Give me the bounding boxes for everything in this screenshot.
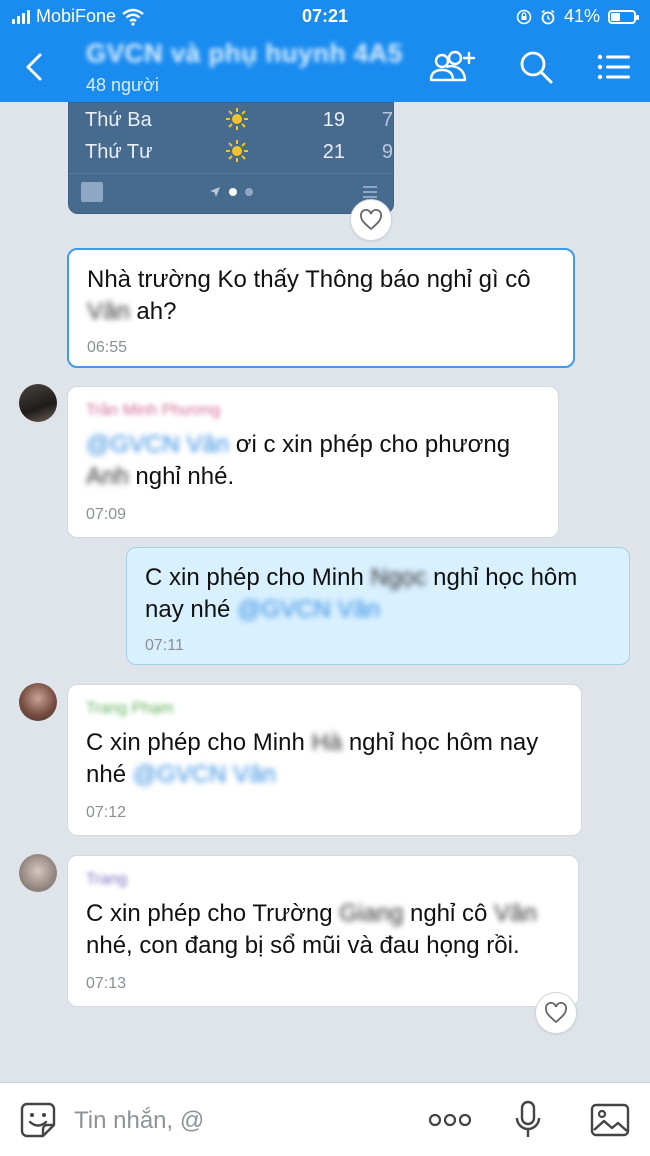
status-left: MobiFone <box>12 6 144 27</box>
emoji-button[interactable] <box>16 1099 60 1141</box>
carrier-label: MobiFone <box>36 6 117 26</box>
list-icon <box>363 186 377 198</box>
sender-name: Trang Phạm <box>86 700 174 717</box>
search-icon <box>520 51 553 84</box>
microphone-icon <box>515 1100 541 1137</box>
group-title-area[interactable]: GVCN và phụ huynh 4A5 48 người <box>86 38 403 96</box>
react-heart-button[interactable] <box>535 992 577 1034</box>
message-time: 07:11 <box>145 637 184 654</box>
message-time: 06:55 <box>87 339 128 356</box>
location-arrow-icon <box>210 187 220 197</box>
message-bubble[interactable]: Trang Phạm C xin phép cho Minh Hà nghỉ h… <box>67 684 582 836</box>
message-bubble[interactable]: Nhà trường Ko thấy Thông báo nghỉ gì cô … <box>67 248 575 368</box>
weather-row: Thứ Tư 21 9 <box>85 139 393 165</box>
avatar[interactable] <box>19 854 57 892</box>
image-gallery-icon <box>590 1103 630 1137</box>
search-button[interactable] <box>512 46 560 88</box>
battery-percent: 41% <box>563 6 600 26</box>
message-time: 07:13 <box>86 975 127 992</box>
avatar[interactable] <box>19 683 57 721</box>
avatar[interactable] <box>19 384 57 422</box>
weather-day: Thứ Ba <box>85 109 152 131</box>
battery-icon <box>608 9 639 24</box>
menu-button[interactable] <box>590 46 638 88</box>
message-text: @GVCN Vân ơi c xin phép cho phương Anh n… <box>86 431 511 490</box>
more-options-button[interactable] <box>428 1099 472 1141</box>
page-dots <box>209 186 253 198</box>
weather-channel-logo <box>81 182 103 202</box>
heart-icon <box>545 1002 567 1024</box>
my-message-bubble[interactable]: C xin phép cho Minh Ngọc nghỉ học hôm na… <box>126 547 630 665</box>
group-title: GVCN và phụ huynh 4A5 <box>86 38 403 68</box>
weather-day: Thứ Tư <box>85 141 153 163</box>
image-button[interactable] <box>588 1099 632 1141</box>
message-text: C xin phép cho Trường Giang nghỉ cô Vân … <box>86 900 537 959</box>
chevron-left-icon <box>26 53 42 81</box>
message-text: C xin phép cho Minh Hà nghỉ học hôm nay … <box>86 729 539 788</box>
message-bubble[interactable]: Trang C xin phép cho Trường Giang nghỉ c… <box>67 855 579 1007</box>
weather-high: 21 <box>322 141 345 163</box>
sticker-emoji-icon <box>20 1102 56 1138</box>
weather-low: 7 <box>381 109 393 131</box>
message-bubble[interactable]: Trần Minh Phương @GVCN Vân ơi c xin phép… <box>67 386 559 538</box>
weather-high: 19 <box>322 109 345 131</box>
alarm-icon <box>541 9 555 24</box>
react-heart-button[interactable] <box>350 199 392 241</box>
sender-name: Trần Minh Phương <box>86 402 221 419</box>
message-time: 07:09 <box>86 506 127 523</box>
add-member-button[interactable] <box>428 46 476 88</box>
add-member-icon <box>429 50 476 82</box>
message-text: Nhà trường Ko thấy Thông báo nghỉ gì cô … <box>87 266 531 325</box>
back-button[interactable] <box>18 48 52 86</box>
status-bar: MobiFone 07:21 41% <box>0 0 650 32</box>
message-input[interactable] <box>74 1101 404 1141</box>
heart-icon <box>360 209 382 231</box>
list-menu-icon <box>597 54 630 80</box>
weather-row: Thứ Ba 19 7 <box>85 107 393 133</box>
status-right: 41% <box>516 6 639 27</box>
weather-low: 9 <box>381 141 393 163</box>
message-composer <box>0 1082 650 1156</box>
message-time: 07:12 <box>86 804 127 821</box>
chat-header: GVCN và phụ huynh 4A5 48 người <box>0 32 650 102</box>
weather-footer <box>69 173 393 213</box>
sun-icon <box>225 107 249 137</box>
signal-icon <box>12 9 30 24</box>
weather-card[interactable]: Thứ Ba 19 7 Thứ Tư 21 9 <box>68 102 394 214</box>
message-text: C xin phép cho Minh Ngọc nghỉ học hôm na… <box>145 564 578 623</box>
member-count: 48 người <box>86 75 159 95</box>
orientation-lock-icon <box>516 9 532 24</box>
more-dots-icon <box>428 1113 472 1127</box>
wifi-icon <box>122 8 144 26</box>
sun-icon <box>225 139 249 169</box>
voice-button[interactable] <box>506 1099 550 1141</box>
sender-name: Trang <box>86 871 128 888</box>
